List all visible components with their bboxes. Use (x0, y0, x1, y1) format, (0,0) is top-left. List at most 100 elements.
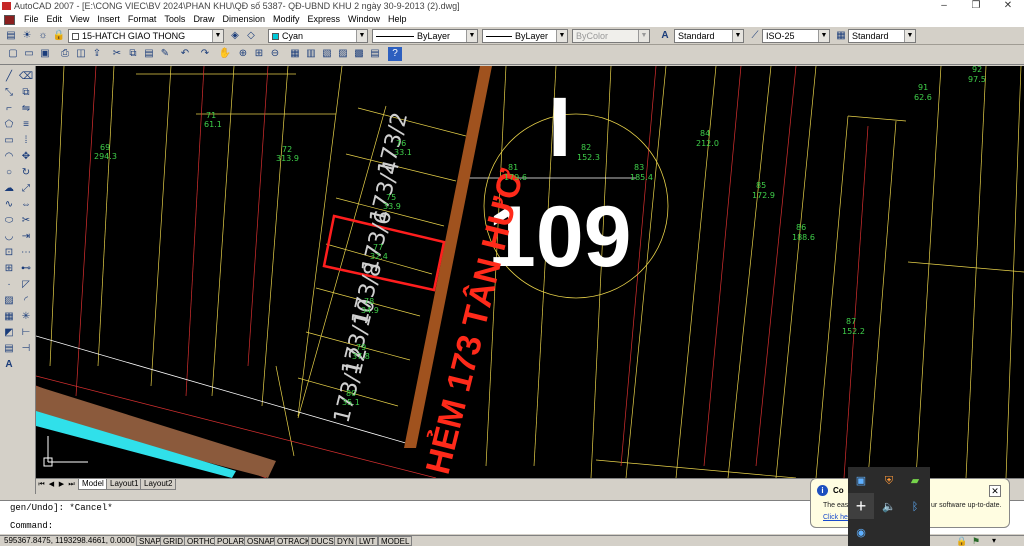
lock-toolbar-icon[interactable]: 🔒 (956, 536, 967, 546)
help-icon[interactable]: ? (388, 47, 402, 61)
polyline-icon[interactable]: ⌐ (2, 102, 16, 116)
undo-icon[interactable]: ↶ (178, 47, 192, 61)
lightbulb-icon[interactable]: ☀ (20, 29, 34, 43)
publish-icon[interactable]: ⇪ (90, 47, 104, 61)
make-current-layer-icon[interactable]: ◈ (228, 29, 242, 43)
save-icon[interactable]: ▣ (38, 47, 52, 61)
close-button[interactable]: ✕ (992, 0, 1024, 12)
menu-draw[interactable]: Draw (189, 12, 218, 27)
volume-icon[interactable]: 🔈 (882, 500, 896, 514)
dimension-aligned-icon[interactable]: ⊣ (19, 342, 33, 356)
layer-previous-icon[interactable]: ◇ (244, 29, 258, 43)
color-dropdown[interactable]: Cyan ▼ (268, 29, 368, 43)
chamfer-icon[interactable]: ◸ (19, 278, 33, 292)
dim-style-dropdown[interactable]: ISO-25 ▼ (762, 29, 830, 43)
first-tab-icon[interactable]: ⏮ (37, 480, 46, 489)
table-style-icon[interactable]: ▦ (834, 29, 848, 43)
dimension-linear-icon[interactable]: ⊢ (19, 326, 33, 340)
extend-icon[interactable]: ⇥ (19, 230, 33, 244)
join-icon[interactable]: ⊷ (19, 262, 33, 276)
menu-window[interactable]: Window (344, 12, 384, 27)
plot-preview-icon[interactable]: ◫ (74, 47, 88, 61)
layer-manager-icon[interactable]: ▤ (4, 29, 18, 43)
security-icon[interactable]: ⛨ (882, 474, 896, 488)
zoom-window-icon[interactable]: ⊞ (252, 47, 266, 61)
scale-icon[interactable]: ⤢ (19, 182, 33, 196)
rectangle-icon[interactable]: ▭ (2, 134, 16, 148)
menu-express[interactable]: Express (304, 12, 345, 27)
text-style-icon[interactable]: A (658, 29, 672, 43)
network-icon[interactable]: ▣ (854, 474, 868, 488)
new-file-icon[interactable]: ▢ (6, 47, 20, 61)
menu-tools[interactable]: Tools (160, 12, 189, 27)
zoom-previous-icon[interactable]: ⊖ (268, 47, 282, 61)
multiline-text-icon[interactable]: A (2, 358, 16, 372)
spline-icon[interactable]: ∿ (2, 198, 16, 212)
make-block-icon[interactable]: ⊞ (2, 262, 16, 276)
tab-layout2[interactable]: Layout2 (140, 479, 177, 490)
copy-object-icon[interactable]: ⧉ (19, 86, 33, 100)
offset-icon[interactable]: ≡ (19, 118, 33, 132)
properties-icon[interactable]: ▦ (288, 47, 302, 61)
stretch-icon[interactable]: ⇔ (19, 198, 33, 212)
menu-insert[interactable]: Insert (93, 12, 124, 27)
calculator-icon[interactable]: ▤ (368, 47, 382, 61)
text-style-dropdown[interactable]: Standard ▼ (674, 29, 744, 43)
notification-close-button[interactable]: ✕ (989, 485, 1001, 497)
explode-icon[interactable]: ✳ (19, 310, 33, 324)
coordinate-readout[interactable]: 595367.8475, 1193298.4661, 0.0000 (4, 536, 135, 546)
arc-icon[interactable]: ◠ (2, 150, 16, 164)
dimension-style-icon[interactable]: ⟋ (748, 29, 762, 43)
dyn-toggle[interactable]: DYN (334, 536, 357, 546)
osnap-toggle[interactable]: OSNAP (244, 536, 279, 546)
ducs-toggle[interactable]: DUCS (308, 536, 337, 546)
design-center-icon[interactable]: ▥ (304, 47, 318, 61)
menu-modify[interactable]: Modify (269, 12, 304, 27)
insert-block-icon[interactable]: ⊡ (2, 246, 16, 260)
sun-icon[interactable]: ☼ (36, 29, 50, 43)
command-prompt[interactable]: Command: (10, 521, 53, 531)
array-icon[interactable]: ⁞ (19, 134, 33, 148)
trim-icon[interactable]: ✂ (19, 214, 33, 228)
paste-icon[interactable]: ▤ (142, 47, 156, 61)
construction-line-icon[interactable]: ⤡ (2, 86, 16, 100)
break-icon[interactable]: ⋯ (19, 246, 33, 260)
ellipse-icon[interactable]: ⬭ (2, 214, 16, 228)
ellipse-arc-icon[interactable]: ◡ (2, 230, 16, 244)
move-icon[interactable]: ✥ (19, 150, 33, 164)
next-tab-icon[interactable]: ▶ (57, 480, 66, 489)
match-properties-icon[interactable]: ✎ (158, 47, 172, 61)
lineweight-dropdown[interactable]: ByLayer ▼ (482, 29, 568, 43)
grid-toggle[interactable]: GRID (160, 536, 186, 546)
chat-icon[interactable]: ◉ (854, 526, 868, 540)
plot-icon[interactable]: ⎙ (58, 47, 72, 61)
mirror-icon[interactable]: ⇋ (19, 102, 33, 116)
hatch-icon[interactable]: ▨ (2, 294, 16, 308)
erase-icon[interactable]: ⌫ (19, 70, 33, 84)
revision-cloud-icon[interactable]: ☁ (2, 182, 16, 196)
nvidia-icon[interactable]: ▰ (908, 474, 922, 488)
menu-edit[interactable]: Edit (43, 12, 67, 27)
menu-format[interactable]: Format (124, 12, 161, 27)
minimize-button[interactable]: – (928, 0, 960, 12)
sheet-set-icon[interactable]: ▨ (336, 47, 350, 61)
linetype-dropdown[interactable]: ByLayer ▼ (372, 29, 478, 43)
rotate-icon[interactable]: ↻ (19, 166, 33, 180)
circle-icon[interactable]: ○ (2, 166, 16, 180)
plotstyle-dropdown[interactable]: ByColor ▼ (572, 29, 650, 43)
polygon-icon[interactable]: ⬠ (2, 118, 16, 132)
open-folder-icon[interactable]: ▭ (22, 47, 36, 61)
tab-layout1[interactable]: Layout1 (106, 479, 143, 490)
zoom-realtime-icon[interactable]: ⊕ (236, 47, 250, 61)
table-icon[interactable]: ▤ (2, 342, 16, 356)
notification-link[interactable]: Click her (823, 514, 850, 521)
pan-icon[interactable]: ✋ (218, 47, 232, 61)
point-icon[interactable]: · (2, 278, 16, 292)
lwt-toggle[interactable]: LWT (356, 536, 379, 546)
line-icon[interactable]: ╱ (2, 70, 16, 84)
tray-add-button[interactable]: + (848, 493, 874, 519)
model-toggle[interactable]: MODEL (378, 536, 413, 546)
layer-dropdown[interactable]: 15-HATCH GIAO THONG ▼ (68, 29, 224, 43)
prev-tab-icon[interactable]: ◀ (47, 480, 56, 489)
menu-view[interactable]: View (66, 12, 93, 27)
